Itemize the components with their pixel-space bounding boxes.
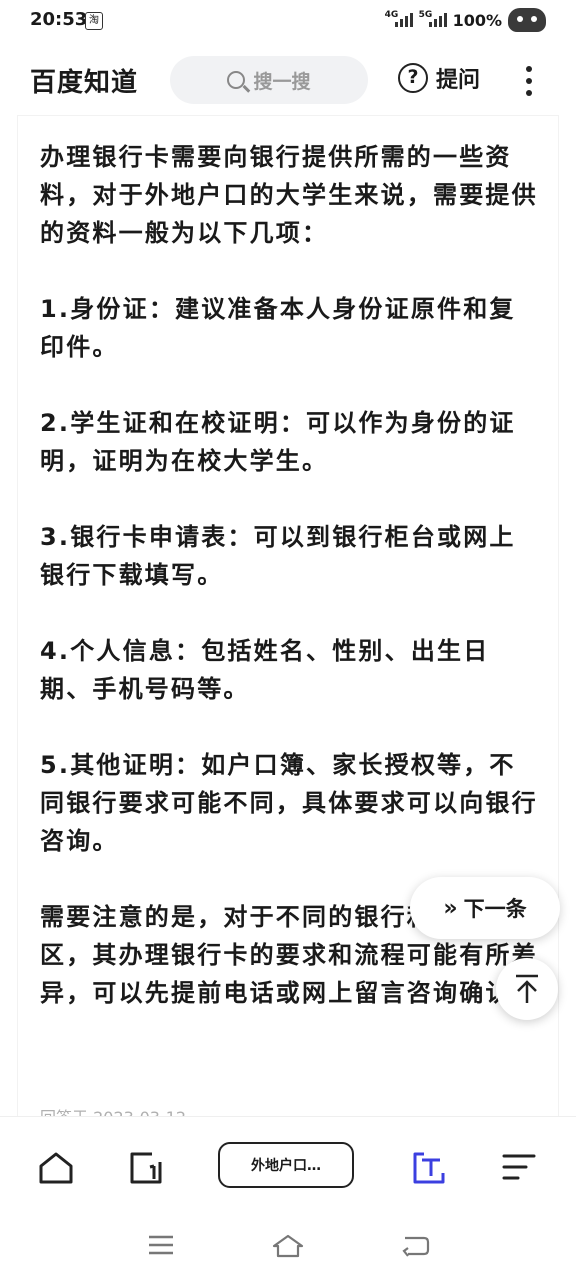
ask-label: 提问 xyxy=(436,68,481,93)
next-answer-label: 下一条 xyxy=(463,897,527,921)
double-chevron-right-icon: » xyxy=(443,895,458,921)
search-icon xyxy=(227,71,246,89)
bottom-navigation: 外地户口… xyxy=(0,1116,576,1213)
mascot-icon xyxy=(508,8,546,32)
signal-4g-icon: 4G xyxy=(385,10,413,27)
system-home-icon[interactable] xyxy=(272,1234,304,1258)
home-icon[interactable] xyxy=(38,1151,74,1185)
answer-paragraph: 5.其他证明：如户口簿、家长授权等，不同银行要求可能不同，具体要求可以向银行咨询… xyxy=(40,751,538,855)
more-options-icon[interactable] xyxy=(526,66,532,96)
answer-paragraph: 3.银行卡申请表：可以到银行柜台或网上银行下载填写。 xyxy=(40,523,516,589)
status-indicators: 4G 5G 100% xyxy=(385,8,546,32)
system-navigation-bar xyxy=(0,1212,576,1280)
search-placeholder: 搜一搜 xyxy=(253,70,311,93)
reader-mode-icon[interactable] xyxy=(412,1151,446,1185)
signal-5g-icon: 5G xyxy=(419,10,447,27)
answer-paragraph: 办理银行卡需要向银行提供所需的一些资料，对于外地户口的大学生来说，需要提供的资料… xyxy=(40,143,538,247)
status-bar: 20:53 淘 4G 5G 100% xyxy=(0,0,576,42)
answer-paragraph: 2.学生证和在校证明：可以作为身份的证明，证明为在校大学生。 xyxy=(40,409,516,475)
header: 百度知道 搜一搜 ? 提问 xyxy=(0,46,576,116)
window-icon[interactable] xyxy=(128,1151,164,1185)
system-back-icon[interactable] xyxy=(402,1234,430,1258)
status-time: 20:53 xyxy=(30,9,88,30)
taobao-notification-icon: 淘 xyxy=(85,12,103,30)
current-question-tab[interactable]: 外地户口… xyxy=(218,1142,354,1188)
recent-apps-icon[interactable] xyxy=(148,1234,174,1256)
answer-paragraph: 1.身份证：建议准备本人身份证原件和复印件。 xyxy=(40,295,516,361)
search-box[interactable]: 搜一搜 xyxy=(170,56,368,104)
next-answer-button[interactable]: » 下一条 xyxy=(410,877,560,939)
answer-paragraph: 4.个人信息：包括姓名、性别、出生日期、手机号码等。 xyxy=(40,637,490,703)
arrow-up-icon xyxy=(516,974,538,1003)
menu-icon[interactable] xyxy=(502,1151,536,1183)
answer-date: 回答于 2023-03-12 xyxy=(40,1104,186,1116)
battery-level: 100% xyxy=(452,10,502,30)
app-logo[interactable]: 百度知道 xyxy=(30,62,138,99)
back-to-top-button[interactable] xyxy=(496,958,558,1020)
question-icon: ? xyxy=(398,63,428,93)
answer-card: 办理银行卡需要向银行提供所需的一些资料，对于外地户口的大学生来说，需要提供的资料… xyxy=(18,116,558,1116)
ask-button[interactable]: ? 提问 xyxy=(398,62,480,94)
